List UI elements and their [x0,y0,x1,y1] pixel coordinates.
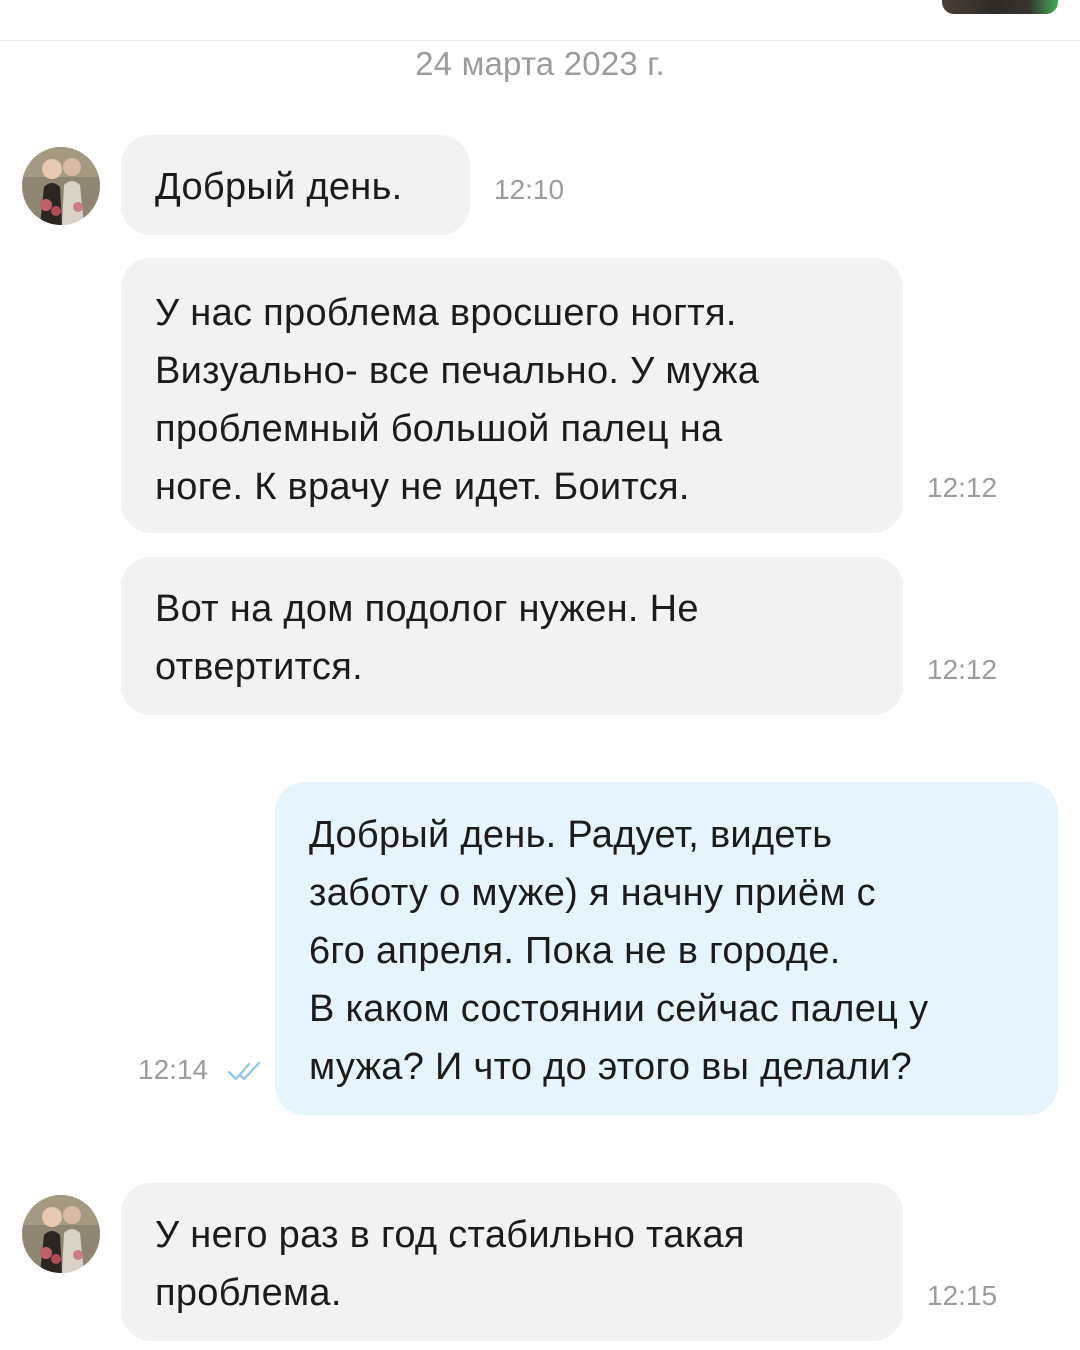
chat-screen: 24 марта 2023 г. Добрый день. 12:10 У на… [0,0,1080,1350]
message-text: Добрый день. [155,166,403,208]
header-divider [0,40,1080,41]
contact-avatar[interactable] [22,1195,100,1273]
message-time: 12:12 [927,654,998,685]
message-text: Вот на дом подолог нужен. Не отвертится. [155,588,699,688]
contact-avatar[interactable] [22,147,100,225]
message-time: 12:10 [494,174,565,205]
message-time: 12:15 [927,1280,998,1311]
message-time: 12:14 [138,1054,209,1085]
top-image-thumbnail[interactable] [942,0,1058,14]
message-text: Добрый день. Радует, видеть заботу о муж… [309,814,929,1088]
message-text: У него раз в год стабильно такая проблем… [155,1214,745,1314]
double-check-icon [227,1061,261,1081]
message-time: 12:12 [927,472,998,503]
message-text: У нас проблема вросшего ногтя. Визуально… [155,292,760,508]
date-separator: 24 марта 2023 г. [415,45,665,82]
